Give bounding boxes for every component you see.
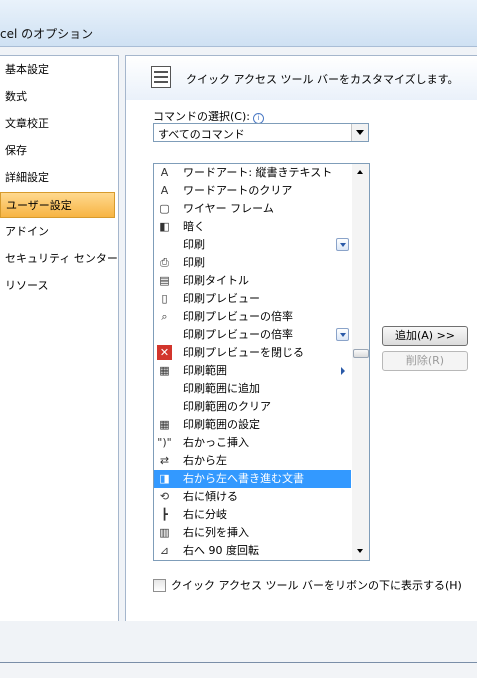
set-print-area-icon: ▦ — [159, 418, 170, 431]
wireframe-icon: ▢ — [159, 202, 170, 215]
choose-commands-select[interactable]: すべてのコマンド — [153, 123, 369, 142]
listbox-scrollbar[interactable] — [352, 164, 369, 560]
choose-commands-value: すべてのコマンド — [158, 128, 245, 141]
list-item-label: ワイヤー フレーム — [183, 202, 274, 215]
sidebar-item[interactable]: 文章校正 — [0, 111, 115, 137]
list-item-label: 暗く — [183, 220, 205, 233]
list-item[interactable]: A ワードアート: 縦書きテキスト — [154, 164, 351, 182]
list-item[interactable]: ▯ 印刷プレビュー — [154, 290, 351, 308]
chevron-down-icon — [336, 328, 349, 341]
print-titles-icon: ▤ — [159, 274, 170, 287]
list-item-label: 印刷プレビューの倍率 — [183, 328, 293, 341]
scroll-down-button[interactable] — [352, 543, 369, 560]
list-item[interactable]: A ワードアートのクリア — [154, 182, 351, 200]
scroll-up-button[interactable] — [352, 164, 369, 181]
show-below-ribbon-label: クイック アクセス ツール バーをリボンの下に表示する(H) — [171, 579, 462, 592]
list-item[interactable]: 印刷 — [154, 236, 351, 254]
sidebar-item[interactable]: リソース — [0, 273, 115, 299]
list-item[interactable]: ◨ 右から左へ書き進む文書 — [154, 470, 351, 488]
rotate-right-icon: ⊿ — [159, 544, 170, 557]
list-item-label: ワードアート: 縦書きテキスト — [183, 166, 333, 179]
list-item[interactable]: ▦ 印刷範囲 — [154, 362, 351, 380]
panel-header: クイック アクセス ツール バーをカスタマイズします。 — [126, 56, 477, 100]
list-item-label: 印刷 — [183, 238, 205, 251]
list-item-label: 右から左へ書き進む文書 — [183, 472, 304, 485]
list-item[interactable]: 印刷範囲のクリア — [154, 398, 351, 416]
sidebar-item[interactable]: 保存 — [0, 138, 115, 164]
list-item[interactable]: 印刷プレビューの倍率 — [154, 326, 351, 344]
list-item-label: 印刷タイトル — [183, 274, 249, 287]
sidebar-item[interactable]: アドイン — [0, 219, 115, 245]
dialog-footer — [0, 621, 477, 662]
list-item[interactable]: ◧ 暗く — [154, 218, 351, 236]
customize-panel: クイック アクセス ツール バーをカスタマイズします。 コマンドの選択(C): i… — [125, 55, 477, 621]
list-item-label: 右から左 — [183, 454, 227, 467]
list-item-label: 印刷範囲 — [183, 364, 227, 377]
tilt-right-icon: ⟲ — [159, 490, 170, 503]
darker-icon: ◧ — [159, 220, 170, 233]
branch-right-icon: ┣ — [161, 508, 168, 521]
list-item-label: 印刷プレビューを閉じる — [183, 346, 304, 359]
chevron-right-icon — [341, 367, 345, 375]
list-item-label: 印刷範囲の設定 — [183, 418, 260, 431]
print-icon: ⎙ — [160, 256, 169, 269]
add-button[interactable]: 追加(A) >> — [382, 326, 468, 346]
list-item-label: 右に分岐 — [183, 508, 227, 521]
close-preview-icon: ✕ — [157, 345, 172, 360]
list-item[interactable]: ⇄ 右から左 — [154, 452, 351, 470]
list-item[interactable]: ")" 右かっこ挿入 — [154, 434, 351, 452]
select-dropdown-button[interactable] — [351, 124, 368, 141]
chevron-down-icon — [356, 130, 364, 135]
sidebar-item[interactable]: ユーザー設定 — [0, 192, 115, 218]
rtl-document-icon: ◨ — [159, 472, 170, 485]
list-item[interactable]: ⟲ 右に傾ける — [154, 488, 351, 506]
chevron-down-icon — [336, 238, 349, 251]
window-title: cel のオプション — [0, 27, 94, 41]
wordart-vertical-icon: A — [160, 166, 169, 179]
toolbar-customize-icon — [151, 66, 171, 88]
list-item[interactable]: ⊿ 右へ 90 度回転 — [154, 542, 351, 560]
choose-commands-label: コマンドの選択(C): i — [153, 108, 264, 124]
sidebar-item[interactable]: 数式 — [0, 84, 115, 110]
choose-commands-label-text: コマンドの選択(C): — [153, 110, 250, 123]
list-item-label: 印刷範囲に追加 — [183, 382, 260, 395]
commands-listbox[interactable]: ⊿ 右へ 90 度回転 ▥ 右に列を挿入 ┣ 右に分岐 ⟲ 右に傾ける ◨ 右から左へ書き進む文書… — [153, 163, 370, 561]
list-item-label: ワードアートのクリア — [183, 184, 293, 197]
list-item-label: 右へ 90 度回転 — [183, 544, 259, 557]
list-item[interactable]: 印刷範囲に追加 — [154, 380, 351, 398]
list-item-label: 印刷プレビュー — [183, 292, 260, 305]
list-item[interactable]: ⎙ 印刷 — [154, 254, 351, 272]
print-area-icon: ▦ — [159, 364, 170, 377]
options-sidebar: 基本設定 数式 文章校正 保存 詳細設定 ユーザー設定 アドイン セキュリティ センター リソー… — [0, 55, 119, 621]
wordart-clear-icon: A — [160, 184, 169, 197]
list-item[interactable]: ✕ 印刷プレビューを閉じる — [154, 344, 351, 362]
list-item[interactable]: ▥ 右に列を挿入 — [154, 524, 351, 542]
list-item-label: 印刷 — [183, 256, 205, 269]
show-below-ribbon-checkbox[interactable] — [153, 579, 166, 592]
right-to-left-icon: ⇄ — [159, 454, 170, 467]
list-item[interactable]: ▤ 印刷タイトル — [154, 272, 351, 290]
list-item-label: 印刷プレビューの倍率 — [183, 310, 293, 323]
scroll-thumb[interactable] — [353, 349, 369, 358]
options-dialog: cel のオプション 基本設定 数式 文章校正 保存 詳細設定 ユーザー設定 アドイン セキュ… — [0, 0, 477, 663]
list-item-label: 右かっこ挿入 — [183, 436, 249, 449]
print-preview-icon: ▯ — [161, 292, 168, 305]
list-item[interactable]: ▦ 印刷範囲の設定 — [154, 416, 351, 434]
sidebar-item[interactable]: セキュリティ センター — [0, 246, 118, 272]
list-item[interactable]: ▢ ワイヤー フレーム — [154, 200, 351, 218]
right-bracket-icon: ")" — [157, 436, 172, 449]
list-item-label: 右に列を挿入 — [183, 526, 249, 539]
list-item-label: 印刷範囲のクリア — [183, 400, 271, 413]
insert-column-right-icon: ▥ — [159, 526, 170, 539]
sidebar-item[interactable]: 詳細設定 — [0, 165, 115, 191]
remove-button[interactable]: 削除(R) — [382, 351, 468, 371]
panel-header-text: クイック アクセス ツール バーをカスタマイズします。 — [186, 73, 459, 86]
sidebar-item[interactable]: 基本設定 — [0, 57, 115, 83]
list-item[interactable]: ┣ 右に分岐 — [154, 506, 351, 524]
title-bar: cel のオプション — [0, 0, 477, 47]
zoom-icon: ⌕ — [161, 310, 168, 323]
list-item-label: 右に傾ける — [183, 490, 238, 503]
list-item[interactable]: ⌕ 印刷プレビューの倍率 — [154, 308, 351, 326]
